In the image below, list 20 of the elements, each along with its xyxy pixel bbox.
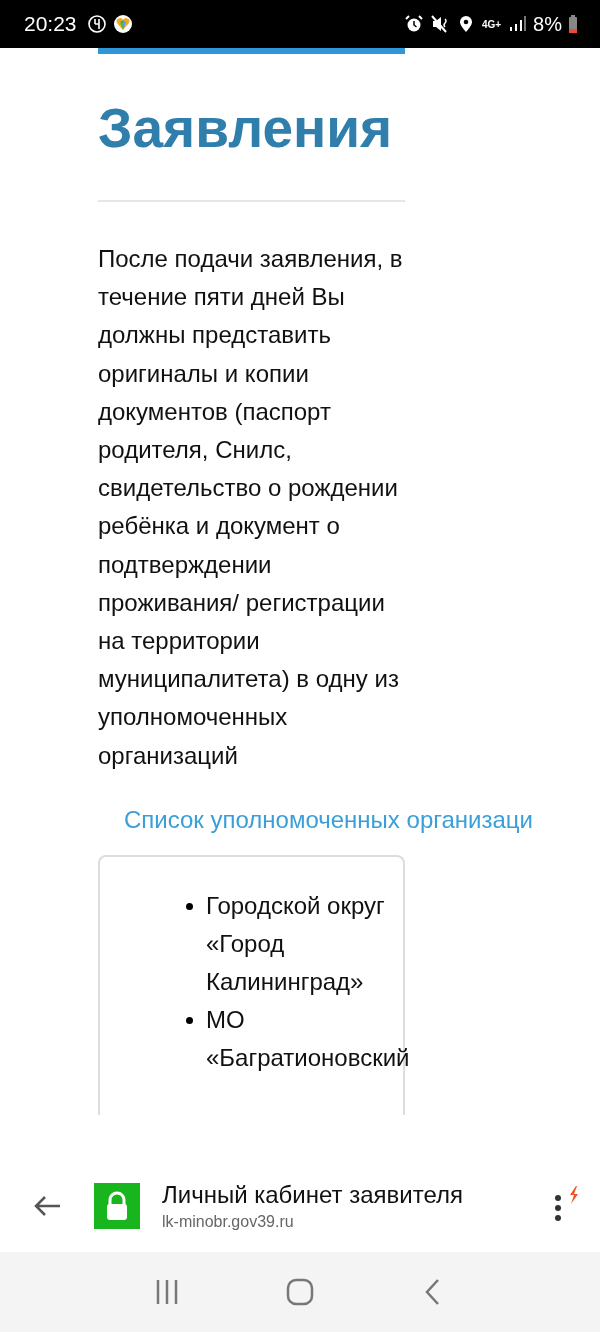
mute-icon [429,14,450,34]
app-icon [86,14,107,34]
organization-item: Городской округ «Город Калининград» [206,890,386,997]
battery-icon [568,14,578,34]
home-icon[interactable] [285,1277,315,1307]
organization-item: МО «Багратионовский [206,1004,410,1073]
network-label: 4G+ [481,18,502,30]
lock-icon[interactable] [94,1183,140,1229]
back-arrow-icon[interactable] [32,1194,62,1218]
alarm-icon [403,14,424,34]
status-time: 20:23 [24,12,77,36]
signal-icon [507,14,528,34]
info-paragraph: После подачи заявления, в течение пяти дней Вы должны представить оригиналы и копии документов (паспорт родителя, Снилс, свидетельство о рождении ребёнка и документ о подтверждении проживания/ регистрации на территории муниципалитета) в одну из уполномоченных организаций [98,244,404,771]
bullet-icon [186,1016,193,1024]
battery-percent: 8% [533,12,562,36]
bullet-icon [186,902,193,910]
page-title: Заявления [98,96,394,160]
page-title-label: Личный кабинет заявителя [162,1181,464,1209]
url-text[interactable]: lk-minobr.gov39.ru [162,1213,552,1231]
heart-app-icon [112,14,133,34]
